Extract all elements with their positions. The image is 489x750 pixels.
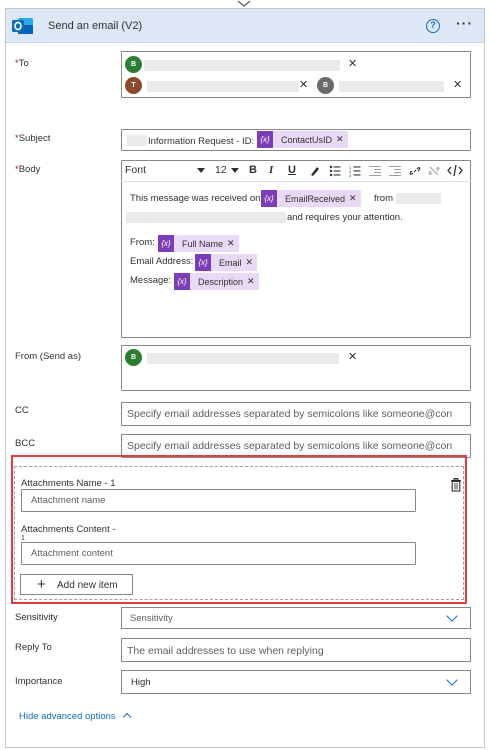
font-size-select[interactable]: 12 xyxy=(215,164,241,178)
from-send-as-label: From (Send as) xyxy=(15,351,81,362)
token-full-name[interactable]: {x} Full Name ✕ xyxy=(158,235,239,252)
body-line1-suffix: from xyxy=(374,193,393,204)
rich-text-toolbar: Font 12 B I U 123 xyxy=(121,160,471,182)
subject-label: *Subject xyxy=(15,133,51,144)
reply-to-placeholder: The email addresses to use when replying xyxy=(127,645,324,657)
redacted-text xyxy=(126,212,286,223)
expression-icon: {x} xyxy=(195,254,211,271)
reply-to-field[interactable]: The email addresses to use when replying xyxy=(121,638,471,662)
numbered-list-icon[interactable]: 123 xyxy=(349,165,361,177)
recipient-name-redacted xyxy=(147,81,299,92)
body-label: *Body xyxy=(15,164,41,175)
help-icon[interactable]: ? xyxy=(426,19,440,33)
underline-button[interactable]: U xyxy=(288,164,296,176)
message-body-label: Message: xyxy=(130,275,172,286)
bullet-list-icon[interactable] xyxy=(329,165,341,177)
annotation-highlight-box xyxy=(11,455,467,604)
remove-token-icon[interactable]: ✕ xyxy=(227,238,239,249)
bcc-placeholder: Specify email addresses separated by sem… xyxy=(127,440,453,452)
unlink-icon[interactable] xyxy=(428,165,440,177)
to-label: *To xyxy=(15,58,29,69)
cc-label: CC xyxy=(15,405,29,416)
body-line2-suffix: and requires your attention. xyxy=(287,212,403,223)
bold-button[interactable]: B xyxy=(249,164,257,176)
recipient-name-redacted xyxy=(144,60,340,71)
sensitivity-value: Sensitivity xyxy=(130,613,173,624)
bcc-label: BCC xyxy=(15,438,36,449)
from-send-as-field[interactable]: B ✕ xyxy=(121,345,471,391)
decrease-indent-icon[interactable] xyxy=(369,165,381,177)
subject-field[interactable]: Information Request - ID: {x} ContactUsI… xyxy=(121,129,471,151)
avatar: T xyxy=(125,77,142,94)
sensitivity-label: Sensitivity xyxy=(15,612,58,623)
expression-icon: {x} xyxy=(257,131,273,148)
outlook-icon xyxy=(12,18,33,34)
link-icon[interactable] xyxy=(409,165,421,177)
expression-icon: {x} xyxy=(158,235,174,252)
font-select[interactable]: Font xyxy=(125,164,207,178)
reply-to-label: Reply To xyxy=(15,642,52,653)
remove-recipient-icon[interactable]: ✕ xyxy=(348,350,357,363)
remove-token-icon[interactable]: ✕ xyxy=(246,257,258,268)
body-line1-prefix: This message was received on xyxy=(130,193,261,204)
svg-text:3: 3 xyxy=(349,173,352,177)
subject-prefix-redacted xyxy=(127,135,147,146)
importance-dropdown[interactable]: High xyxy=(121,670,471,694)
email-body-label: Email Address: xyxy=(130,256,194,267)
token-description[interactable]: {x} Description ✕ xyxy=(174,273,259,290)
italic-button[interactable]: I xyxy=(269,164,273,176)
remove-token-icon[interactable]: ✕ xyxy=(336,134,348,145)
token-emailreceived[interactable]: {x} EmailReceived ✕ xyxy=(261,190,361,207)
importance-label: Importance xyxy=(15,676,63,687)
cc-field[interactable]: Specify email addresses separated by sem… xyxy=(121,402,471,426)
from-body-label: From: xyxy=(130,237,155,248)
chevron-down-icon xyxy=(231,168,239,173)
chevron-down-icon xyxy=(446,610,458,622)
chevron-down-icon xyxy=(197,168,205,173)
avatar: B xyxy=(317,77,334,94)
token-email[interactable]: {x} Email ✕ xyxy=(195,254,258,271)
increase-indent-icon[interactable] xyxy=(389,165,401,177)
remove-recipient-icon[interactable]: ✕ xyxy=(299,78,308,91)
hide-advanced-options-link[interactable]: Hide advanced options xyxy=(19,711,116,722)
remove-token-icon[interactable]: ✕ xyxy=(349,193,361,204)
importance-value: High xyxy=(131,677,151,688)
code-view-icon[interactable] xyxy=(447,164,463,177)
sensitivity-dropdown[interactable]: Sensitivity xyxy=(121,607,471,629)
expression-icon: {x} xyxy=(174,273,190,290)
chevron-down-icon xyxy=(446,674,458,686)
more-options-icon[interactable]: ··· xyxy=(456,15,473,31)
recipient-name-redacted xyxy=(147,353,339,364)
remove-recipient-icon[interactable]: ✕ xyxy=(453,78,462,91)
remove-recipient-icon[interactable]: ✕ xyxy=(348,57,357,70)
avatar: B xyxy=(125,349,142,366)
expression-icon: {x} xyxy=(261,190,277,207)
token-contactusid[interactable]: {x} ContactUsID ✕ xyxy=(257,131,348,148)
avatar: B xyxy=(125,56,142,73)
subject-text: Information Request - ID: xyxy=(148,136,255,147)
redacted-text xyxy=(396,193,441,204)
to-field[interactable]: B ✕ T ✕ B ✕ xyxy=(121,51,471,98)
recipient-name-redacted xyxy=(339,81,444,92)
text-color-icon[interactable] xyxy=(309,165,321,177)
cc-placeholder: Specify email addresses separated by sem… xyxy=(127,408,453,420)
remove-token-icon[interactable]: ✕ xyxy=(247,276,259,287)
flow-arrow-icon xyxy=(237,0,251,7)
action-header[interactable]: Send an email (V2) ? ··· xyxy=(6,9,484,43)
action-title[interactable]: Send an email (V2) xyxy=(48,20,142,32)
